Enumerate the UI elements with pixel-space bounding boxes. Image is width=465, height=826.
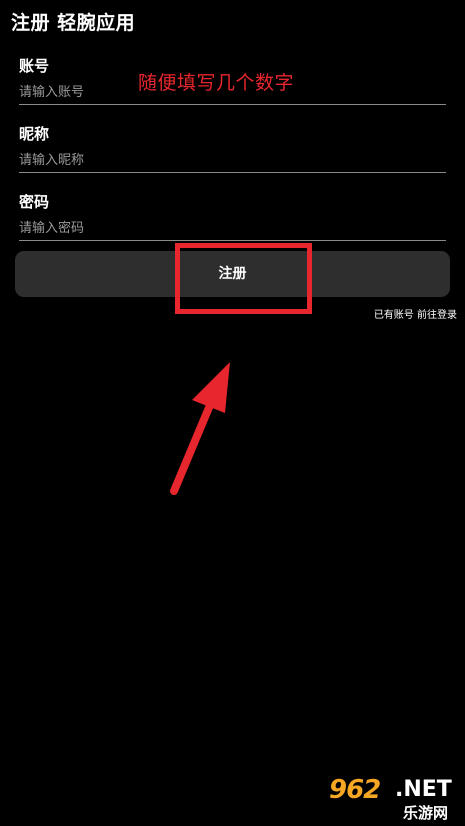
password-field: 密码 [19, 192, 446, 241]
nickname-label: 昵称 [19, 125, 50, 143]
register-button[interactable]: 注册 [15, 251, 450, 297]
annotation-hint-text: 随便填写几个数字 [138, 72, 295, 94]
watermark-number: 962 [329, 775, 381, 805]
nickname-field: 昵称 [19, 124, 446, 173]
go-to-login-link[interactable]: 已有账号 前往登录 [374, 306, 457, 321]
watermark-domain: .NET [395, 777, 452, 802]
watermark-site-name: 乐游网 [403, 804, 449, 822]
nickname-input[interactable] [19, 148, 446, 173]
password-label: 密码 [19, 193, 50, 211]
password-input[interactable] [19, 216, 446, 241]
page-title: 注册 轻腕应用 [11, 12, 136, 34]
watermark-logo: 962 .NET 乐游网 [323, 775, 459, 822]
